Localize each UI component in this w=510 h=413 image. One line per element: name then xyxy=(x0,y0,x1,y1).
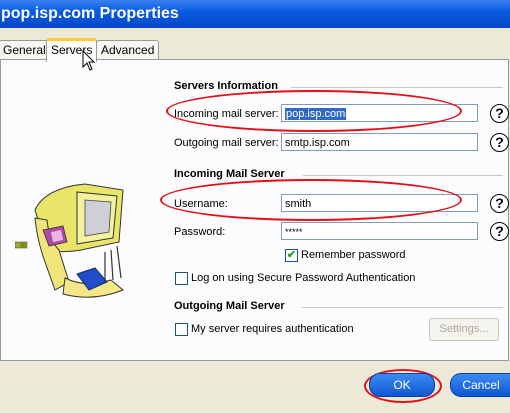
password-input[interactable]: ***** xyxy=(281,222,478,240)
help-icon[interactable]: ? xyxy=(490,222,509,241)
outgoing-mail-server-heading: Outgoing Mail Server xyxy=(174,300,285,312)
incoming-mail-server-heading: Incoming Mail Server xyxy=(174,168,285,180)
tab-advanced[interactable]: Advanced xyxy=(96,40,160,59)
title-bar: pop.isp.com Properties xyxy=(0,0,510,28)
outgoing-server-input[interactable]: smtp.isp.com xyxy=(281,133,478,151)
servers-information-heading: Servers Information xyxy=(174,80,278,92)
settings-button[interactable]: Settings... xyxy=(429,318,499,341)
section-divider xyxy=(303,175,503,176)
help-icon[interactable]: ? xyxy=(490,133,509,152)
tab-general[interactable]: General xyxy=(0,40,51,59)
outgoing-server-label: Outgoing mail server: xyxy=(174,137,279,149)
tab-strip: General Servers Advanced xyxy=(0,38,510,62)
help-icon[interactable]: ? xyxy=(490,104,509,123)
remember-password-label: Remember password xyxy=(301,249,406,261)
password-label: Password: xyxy=(174,226,226,238)
cancel-button[interactable]: Cancel xyxy=(450,373,510,397)
highlight-oval xyxy=(166,90,462,132)
spa-label: Log on using Secure Password Authenticat… xyxy=(191,272,416,284)
highlight-oval xyxy=(160,179,462,221)
help-icon[interactable]: ? xyxy=(490,194,509,213)
section-divider xyxy=(291,87,503,88)
mouse-pointer-icon xyxy=(82,50,96,71)
spa-checkbox[interactable] xyxy=(175,272,188,285)
ok-button[interactable]: OK xyxy=(369,373,435,397)
computer-illustration-icon xyxy=(15,183,124,298)
server-auth-label: My server requires authentication xyxy=(191,323,354,335)
remember-password-checkbox[interactable]: ✔ xyxy=(285,249,298,262)
window-title: pop.isp.com Properties xyxy=(1,5,179,22)
section-divider xyxy=(302,307,503,308)
server-auth-checkbox[interactable] xyxy=(175,323,188,336)
